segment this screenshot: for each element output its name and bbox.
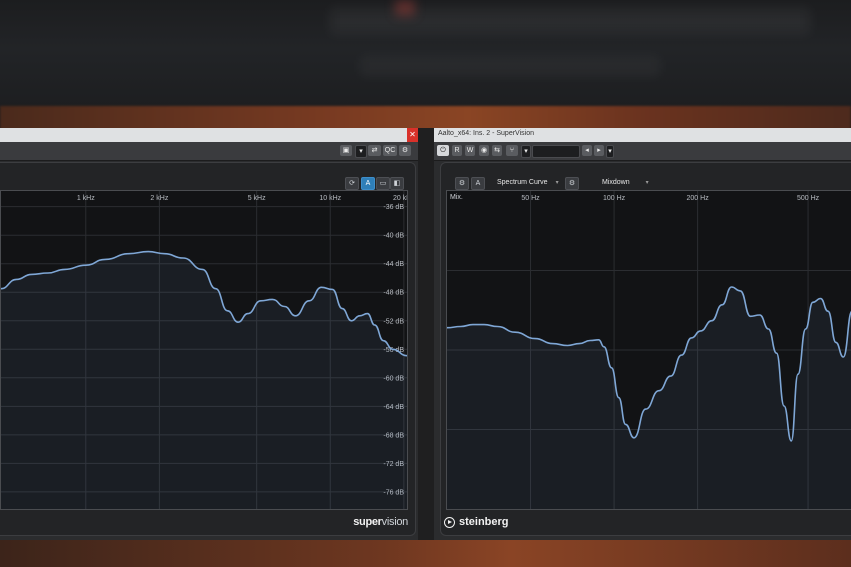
left-toolbar: ▣ ▾ ⇄ QC ⚙ [0, 142, 418, 161]
view-mode-dropdown[interactable]: Spectrum Curve ▾ [497, 177, 559, 188]
orange-track-band [0, 106, 851, 130]
right-module-toolbar: ⚙ A Spectrum Curve ▾ ⚙ Mixdown ▾ [455, 177, 675, 190]
settings-icon[interactable]: ⚙ [399, 145, 411, 156]
y-tick-label: -36 dB [383, 204, 404, 211]
channel-dropdown[interactable]: Mixdown ▾ [602, 177, 649, 188]
camera-icon[interactable]: ▣ [340, 145, 352, 156]
blurred-daw-background [0, 0, 851, 108]
orange-track-band-bottom [0, 538, 851, 567]
x-tick-label: 200 Hz [687, 195, 710, 202]
x-tick-label: 5 kHz [248, 195, 266, 202]
y-tick-label: -44 dB [383, 261, 404, 268]
x-tick-label: 20 kHz [393, 195, 407, 202]
compare-icon[interactable]: ⇄ [368, 145, 381, 156]
left-spectrum-graph: 1 kHz 2 kHz 5 kHz 10 kHz 20 kHz -36 dB -40 dB -… [0, 190, 415, 510]
right-titlebar: Aalto_x64: Ins. 2 - SuperVision [434, 128, 851, 142]
spectrum-fill [447, 287, 851, 509]
close-button[interactable]: ✕ [407, 128, 418, 142]
corner-label: Mix. [450, 194, 463, 201]
auto-scale-icon[interactable]: A [471, 177, 485, 190]
right-toolbar: ⏻ R W ◉ ⇆ ⑂ ▾ ◂ ▸ ▾ [434, 142, 851, 161]
preset-prev-icon[interactable]: ◂ [582, 145, 592, 156]
right-spectrum-svg: 50 Hz 100 Hz 200 Hz 500 Hz Mix. [446, 191, 851, 509]
x-tick-label: 100 Hz [603, 195, 626, 202]
bypass-icon[interactable]: ◉ [479, 145, 489, 156]
left-footer: supervision [0, 512, 418, 534]
x-tick-label: 50 Hz [521, 195, 540, 202]
write-automation-button[interactable]: W [465, 145, 475, 156]
y-tick-label: -48 dB [383, 290, 404, 297]
steinberg-logo: steinberg [444, 516, 509, 528]
power-button[interactable]: ⏻ [437, 145, 449, 156]
single-view-icon[interactable]: ▭ [376, 177, 390, 190]
preset-next-icon[interactable]: ▸ [594, 145, 604, 156]
x-tick-label: 1 kHz [77, 195, 95, 202]
blurred-record-light [395, 0, 415, 16]
right-footer: steinberg [434, 514, 851, 536]
blurred-transport [360, 56, 660, 76]
spectrum-fill [1, 251, 407, 509]
y-tick-label: -40 dB [383, 233, 404, 240]
sync-icon[interactable]: ⟳ [345, 177, 359, 190]
routing-dropdown[interactable]: ▾ [521, 145, 531, 158]
preset-menu-dropdown[interactable]: ▾ [606, 145, 614, 158]
preset-field[interactable] [532, 145, 580, 158]
x-tick-label: 500 Hz [797, 195, 820, 202]
split-view-icon[interactable]: ◧ [390, 177, 404, 190]
side-chain-icon[interactable]: ⇆ [492, 145, 502, 156]
left-module-toolbar: ⟳ A ▭ ◧ [345, 177, 405, 190]
supervision-logo: supervision [353, 516, 408, 528]
left-spectrum-svg: 1 kHz 2 kHz 5 kHz 10 kHz 20 kHz -36 dB -40 dB -… [0, 191, 415, 509]
window-title: Aalto_x64: Ins. 2 - SuperVision [438, 130, 534, 137]
auto-scale-icon[interactable]: A [361, 177, 375, 190]
channel-settings-icon[interactable]: ⚙ [565, 177, 579, 190]
preset-dropdown[interactable]: ▾ [355, 145, 367, 158]
x-tick-label: 10 kHz [319, 195, 341, 202]
x-tick-label: 2 kHz [150, 195, 168, 202]
right-spectrum-graph: 50 Hz 100 Hz 200 Hz 500 Hz Mix. [446, 190, 851, 510]
module-settings-icon[interactable]: ⚙ [455, 177, 469, 190]
qc-button[interactable]: QC [383, 145, 397, 156]
left-titlebar: ✕ [0, 128, 418, 142]
steinberg-play-icon [444, 516, 455, 528]
y-tick-label: -52 dB [383, 318, 404, 325]
routing-icon[interactable]: ⑂ [506, 145, 518, 156]
window-gap [418, 128, 434, 540]
read-automation-button[interactable]: R [452, 145, 462, 156]
